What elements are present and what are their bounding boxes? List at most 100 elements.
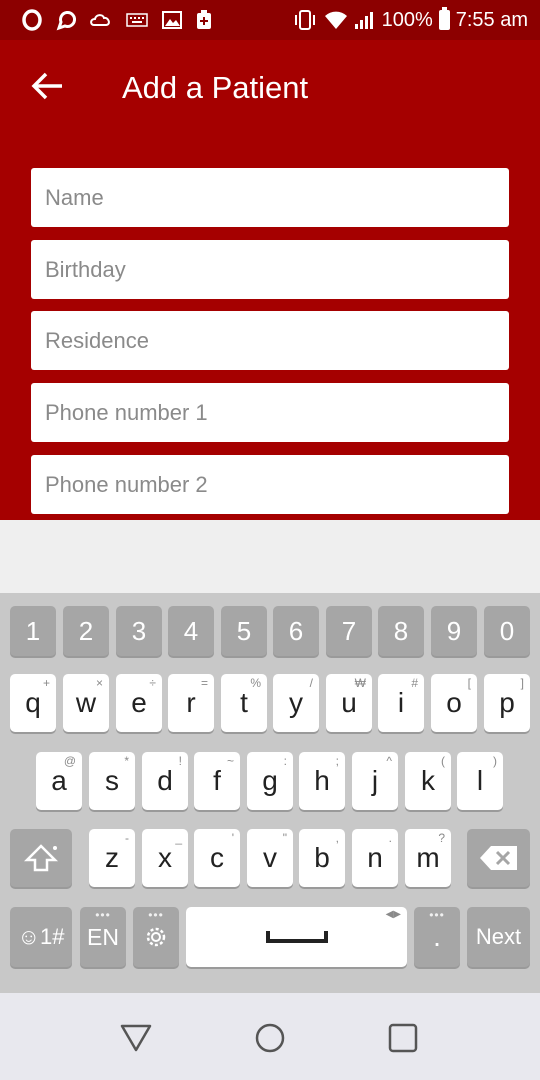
key-0[interactable]: 0 — [484, 606, 530, 656]
chat-bubble-icon — [56, 11, 76, 31]
image-icon — [162, 11, 182, 29]
key-o[interactable]: [o — [431, 674, 477, 732]
key-t-hint: % — [250, 676, 261, 690]
next-key[interactable]: Next — [467, 907, 530, 967]
clock: 7:55 am — [455, 8, 528, 31]
key-9[interactable]: 9 — [431, 606, 477, 656]
status-bar: 100% 7:55 am — [0, 0, 540, 40]
shift-icon — [24, 844, 58, 872]
key-p-label: p — [499, 687, 515, 718]
key-g[interactable]: :g — [247, 752, 293, 810]
key-w-label: w — [75, 687, 97, 718]
key-l-label: l — [476, 765, 484, 796]
key-5[interactable]: 5 — [221, 606, 267, 656]
key-x[interactable]: _ x — [142, 829, 188, 887]
battery-percent: 100% — [381, 8, 433, 31]
residence-field[interactable] — [31, 311, 509, 370]
key-d[interactable]: ! d — [142, 752, 188, 810]
key-r[interactable]: = r — [168, 674, 214, 732]
key-s[interactable]: * s — [89, 752, 135, 810]
page-title: Add a Patient — [122, 70, 309, 105]
wifi-icon — [324, 11, 347, 29]
vibrate-icon — [294, 10, 315, 30]
key-e[interactable]: ÷ e — [116, 674, 162, 732]
key-4[interactable]: 4 — [168, 606, 214, 656]
backspace-key[interactable] — [467, 829, 530, 887]
key-m-hint: ? — [438, 831, 445, 845]
patient-form — [0, 138, 540, 520]
birthday-field[interactable] — [31, 240, 509, 299]
key-s-label: s — [105, 765, 119, 796]
key-f-hint: ~ — [226, 754, 234, 768]
status-left-icons — [22, 0, 212, 40]
key-6[interactable]: 6 — [273, 606, 319, 656]
name-field[interactable] — [31, 168, 509, 227]
symbols-key[interactable]: ☺1# — [10, 907, 72, 967]
key-j[interactable]: ^ j — [352, 752, 398, 810]
soft-keyboard: 1 2 3 4 5 6 7 8 9 0 + q × w ÷ e = r % t / y ₩ u… — [0, 593, 540, 993]
key-2[interactable]: 2 — [63, 606, 109, 656]
key-q-hint: + — [42, 676, 50, 690]
key-q[interactable]: + q — [10, 674, 56, 732]
key-y-hint: / — [309, 676, 313, 690]
key-v[interactable]: " v — [247, 829, 293, 887]
key-u[interactable]: ₩ u — [326, 674, 372, 732]
key-n[interactable]: .n — [352, 829, 398, 887]
key-u-hint: ₩ — [354, 676, 366, 690]
key-t[interactable]: % t — [221, 674, 267, 732]
key-y[interactable]: / y — [273, 674, 319, 732]
key-o-hint: [ — [467, 676, 471, 690]
medical-icon — [197, 10, 211, 29]
key-f[interactable]: ~ f — [194, 752, 240, 810]
status-right: 100% 7:55 am — [292, 0, 528, 40]
key-a[interactable]: @ a — [36, 752, 82, 810]
key-3[interactable]: 3 — [116, 606, 162, 656]
key-g-label: g — [262, 765, 278, 796]
key-r-hint: = — [200, 676, 208, 690]
language-key-dots: ••• — [95, 908, 111, 922]
key-d-label: d — [157, 765, 173, 796]
triangle-back-icon[interactable] — [118, 1020, 154, 1056]
backspace-icon — [479, 846, 517, 870]
key-h[interactable]: ; h — [299, 752, 345, 810]
key-m[interactable]: ? m — [405, 829, 451, 887]
key-b[interactable]: ,b — [299, 829, 345, 887]
key-o-label: o — [446, 687, 462, 718]
key-a-label: a — [51, 765, 67, 796]
opera-icon — [22, 9, 42, 31]
key-c-label: c — [210, 842, 224, 873]
key-s-hint: * — [124, 754, 129, 768]
battery-icon — [438, 7, 450, 30]
spacebar-icon — [265, 931, 328, 943]
phone-number-2-field[interactable] — [31, 455, 509, 514]
space-key[interactable]: ◀▶ — [186, 907, 407, 967]
square-recents-icon[interactable] — [385, 1020, 421, 1056]
phone-number-1-field[interactable] — [31, 383, 509, 442]
key-p[interactable]: ] p — [484, 674, 530, 732]
arrow-left-icon[interactable] — [30, 68, 66, 104]
key-i-label: i — [397, 687, 405, 718]
key-w[interactable]: × w — [63, 674, 109, 732]
key-x-hint: _ — [175, 831, 182, 845]
key-1[interactable]: 1 — [10, 606, 56, 656]
language-key[interactable]: ••• EN — [80, 907, 126, 967]
gear-icon — [146, 927, 166, 947]
circle-home-icon[interactable] — [252, 1020, 288, 1056]
shift-key[interactable] — [10, 829, 72, 887]
key-7[interactable]: 7 — [326, 606, 372, 656]
key-i[interactable]: # i — [378, 674, 424, 732]
key-y-label: y — [289, 687, 303, 718]
cursor-arrows-icon: ◀▶ — [385, 909, 401, 920]
key-l[interactable]: ) l — [457, 752, 503, 810]
key-z[interactable]: -z — [89, 829, 135, 887]
period-key[interactable]: ••• . — [414, 907, 460, 967]
key-v-hint: " — [282, 831, 287, 845]
settings-key[interactable]: ••• — [133, 907, 179, 967]
key-c[interactable]: ' c — [194, 829, 240, 887]
key-e-label: e — [131, 687, 147, 718]
key-i-hint: # — [411, 676, 418, 690]
key-k-label: k — [421, 765, 435, 796]
key-h-hint: ; — [335, 754, 339, 768]
key-8[interactable]: 8 — [378, 606, 424, 656]
key-k[interactable]: (k — [405, 752, 451, 810]
